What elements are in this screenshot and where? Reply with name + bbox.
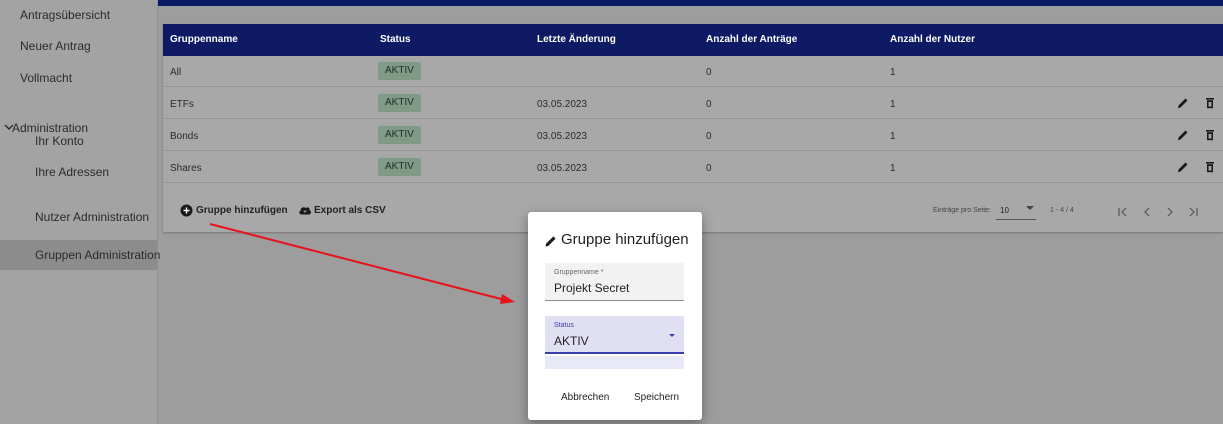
status-select[interactable]: Status AKTIV — [545, 316, 684, 354]
group-name-value: Projekt Secret — [554, 281, 630, 295]
group-name-label: Gruppenname * — [554, 269, 604, 276]
dialog-title: Gruppe hinzufügen — [561, 231, 689, 248]
dropdown-arrow-icon — [669, 334, 675, 337]
cancel-button[interactable]: Abbrechen — [561, 392, 609, 403]
add-group-dialog: Gruppe hinzufügen Gruppenname * Projekt … — [528, 212, 702, 420]
status-label: Status — [554, 322, 574, 329]
save-button[interactable]: Speichern — [634, 392, 679, 403]
status-value: AKTIV — [554, 334, 589, 348]
group-name-field[interactable]: Gruppenname * Projekt Secret — [545, 263, 684, 301]
edit-pencil-icon — [545, 236, 556, 247]
status-dropdown-shadow — [545, 356, 684, 369]
